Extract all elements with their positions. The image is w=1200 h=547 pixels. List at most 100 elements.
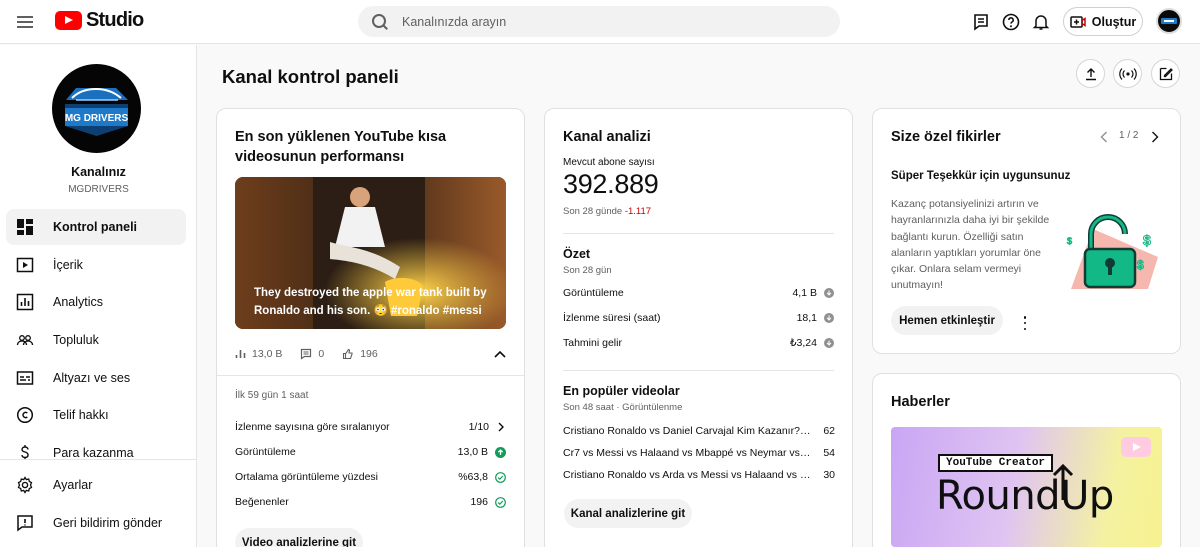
chevron-left-icon[interactable]	[1100, 131, 1108, 143]
creator-badge: YouTube Creator	[938, 454, 1054, 472]
news-banner[interactable]: YouTube Creator RoundUp	[891, 427, 1162, 547]
top-video-views: 54	[823, 447, 835, 459]
edit-pencil-icon	[1159, 67, 1173, 80]
sidebar-item-label: Ayarlar	[53, 478, 93, 492]
subscribers-label: Mevcut abone sayısı	[563, 157, 655, 168]
gear-icon	[16, 476, 34, 494]
notifications-bell-icon[interactable]	[1031, 12, 1051, 32]
comment-icon	[301, 348, 312, 360]
community-icon	[16, 331, 34, 349]
sidebar-item-monetization[interactable]: Para kazanma	[6, 435, 186, 471]
subscriber-change-value: -1.117	[624, 206, 652, 217]
help-icon[interactable]	[1001, 12, 1021, 32]
short-stats-row: 13,0 B 0 196	[235, 345, 506, 363]
channel-analytics-card: Kanal analizi Mevcut abone sayısı 392.88…	[544, 108, 853, 547]
video-analytics-button[interactable]: Video analizlerine git	[235, 528, 363, 547]
upload-icon	[1085, 67, 1096, 80]
channel-handle: MGDRIVERS	[68, 184, 129, 195]
logo-text: Studio	[86, 9, 144, 31]
search-icon[interactable]	[372, 13, 388, 30]
summary-period: Son 28 gün	[563, 265, 612, 276]
sidebar-item-settings[interactable]: Ayarlar	[6, 467, 186, 503]
trend-down-icon	[824, 288, 834, 298]
check-circle-icon	[495, 496, 506, 508]
sidebar-divider	[0, 459, 196, 460]
divider	[217, 375, 524, 376]
top-video-row[interactable]: Cristiano Ronaldo vs Arda vs Messi vs Ha…	[563, 467, 835, 483]
idea-headline: Süper Teşekkür için uygunsunuz	[891, 170, 1071, 182]
news-card: Haberler YouTube Creator RoundUp	[872, 373, 1181, 547]
hamburger-menu-icon[interactable]	[14, 10, 38, 34]
card-title: En son yüklenen YouTube kısa videosunun …	[235, 129, 447, 165]
sidebar-item-label: Altyazı ve ses	[53, 371, 131, 385]
studio-logo[interactable]: Studio	[55, 9, 144, 32]
content-icon	[16, 256, 34, 274]
sidebar-item-content[interactable]: İçerik	[6, 247, 186, 283]
metric-label: Görüntüleme	[235, 446, 296, 458]
divider	[563, 370, 834, 371]
sidebar-item-analytics[interactable]: Analytics	[6, 284, 186, 320]
page-title: Kanal kontrol paneli	[222, 66, 399, 87]
divider	[563, 233, 834, 234]
top-video-row[interactable]: Cristiano Ronaldo vs Daniel Carvajal Kim…	[563, 423, 835, 439]
summary-row[interactable]: Görüntüleme 4,1 B	[563, 285, 834, 301]
summary-row[interactable]: İzlenme süresi (saat) 18,1	[563, 310, 834, 326]
top-video-views: 30	[823, 469, 835, 481]
top-video-views: 62	[823, 425, 835, 437]
sidebar-item-subtitles[interactable]: Altyazı ve ses	[6, 360, 186, 396]
svg-text:$: $	[1143, 232, 1151, 248]
metric-value: %63,8	[458, 471, 488, 483]
top-video-title: Cristiano Ronaldo vs Daniel Carvajal Kim…	[563, 425, 824, 437]
short-caption: They destroyed the apple war tank built …	[254, 287, 487, 317]
top-video-row[interactable]: Cr7 vs Messi vs Halaand vs Mbappé vs Ney…	[563, 445, 835, 461]
channel-logo-text: MG DRIVERS	[65, 113, 129, 124]
channel-logo: MG DRIVERS	[52, 64, 141, 153]
comments-value: 0	[318, 348, 325, 360]
metric-value: 196	[470, 496, 488, 508]
metric-row[interactable]: İzlenme sayısına göre sıralanıyor 1/10	[235, 419, 506, 435]
metric-label: Beğenenler	[235, 496, 289, 508]
subscriber-change-label: Son 28 günde	[563, 206, 623, 217]
more-options-icon[interactable]	[1020, 316, 1030, 330]
short-thumbnail[interactable]: They destroyed the apple war tank built …	[235, 177, 506, 329]
period-label: İlk 59 gün 1 saat	[235, 390, 309, 401]
top-bar: Studio Oluştur	[0, 0, 1200, 44]
create-post-button[interactable]	[1151, 59, 1180, 88]
sidebar-item-copyright[interactable]: Telif hakkı	[6, 397, 186, 433]
chevron-up-icon[interactable]	[494, 350, 506, 358]
metric-label: Ortalama görüntüleme yüzdesi	[235, 471, 378, 483]
captions-feedback-icon[interactable]	[971, 12, 991, 32]
sidebar-item-dashboard[interactable]: Kontrol paneli	[6, 209, 186, 245]
go-live-button[interactable]	[1113, 59, 1142, 88]
sidebar-item-label: Geri bildirim gönder	[53, 516, 163, 530]
sidebar-item-community[interactable]: Topluluk	[6, 322, 186, 358]
summary-label: Görüntüleme	[563, 287, 624, 299]
chevron-right-icon	[498, 422, 504, 432]
arrow-up-icon	[1052, 463, 1074, 500]
upload-button[interactable]	[1076, 59, 1105, 88]
analytics-icon	[16, 293, 34, 311]
top-video-title: Cristiano Ronaldo vs Arda vs Messi vs Ha…	[563, 469, 824, 481]
likes-value: 196	[360, 348, 378, 360]
channel-analytics-button[interactable]: Kanal analizlerine git	[564, 499, 692, 528]
enable-now-button[interactable]: Hemen etkinleştir	[891, 306, 1003, 335]
create-button-label: Oluştur	[1091, 14, 1137, 29]
summary-label: Tahmini gelir	[563, 337, 622, 349]
chevron-right-icon[interactable]	[1151, 131, 1159, 143]
ideas-pager: 1 / 2	[1119, 130, 1139, 141]
svg-text:$: $	[1067, 236, 1072, 246]
search-input[interactable]	[402, 14, 802, 29]
summary-row[interactable]: Tahmini gelir ₺3,24	[563, 335, 834, 351]
video-badge-icon	[1121, 437, 1151, 457]
metric-row: Beğenenler 196	[235, 494, 506, 510]
card-title: Kanal analizi	[563, 129, 651, 145]
sidebar-item-label: Para kazanma	[53, 446, 134, 460]
account-avatar[interactable]	[1156, 8, 1182, 34]
create-button[interactable]: Oluştur	[1063, 7, 1143, 36]
youtube-logo-icon	[55, 11, 82, 30]
sidebar-item-label: İçerik	[53, 258, 83, 272]
channel-avatar[interactable]: MG DRIVERS	[52, 64, 141, 153]
svg-text:$: $	[1137, 258, 1144, 272]
top-video-title: Cr7 vs Messi vs Halaand vs Mbappé vs Ney…	[563, 447, 824, 459]
sidebar-item-feedback[interactable]: Geri bildirim gönder	[6, 505, 186, 541]
